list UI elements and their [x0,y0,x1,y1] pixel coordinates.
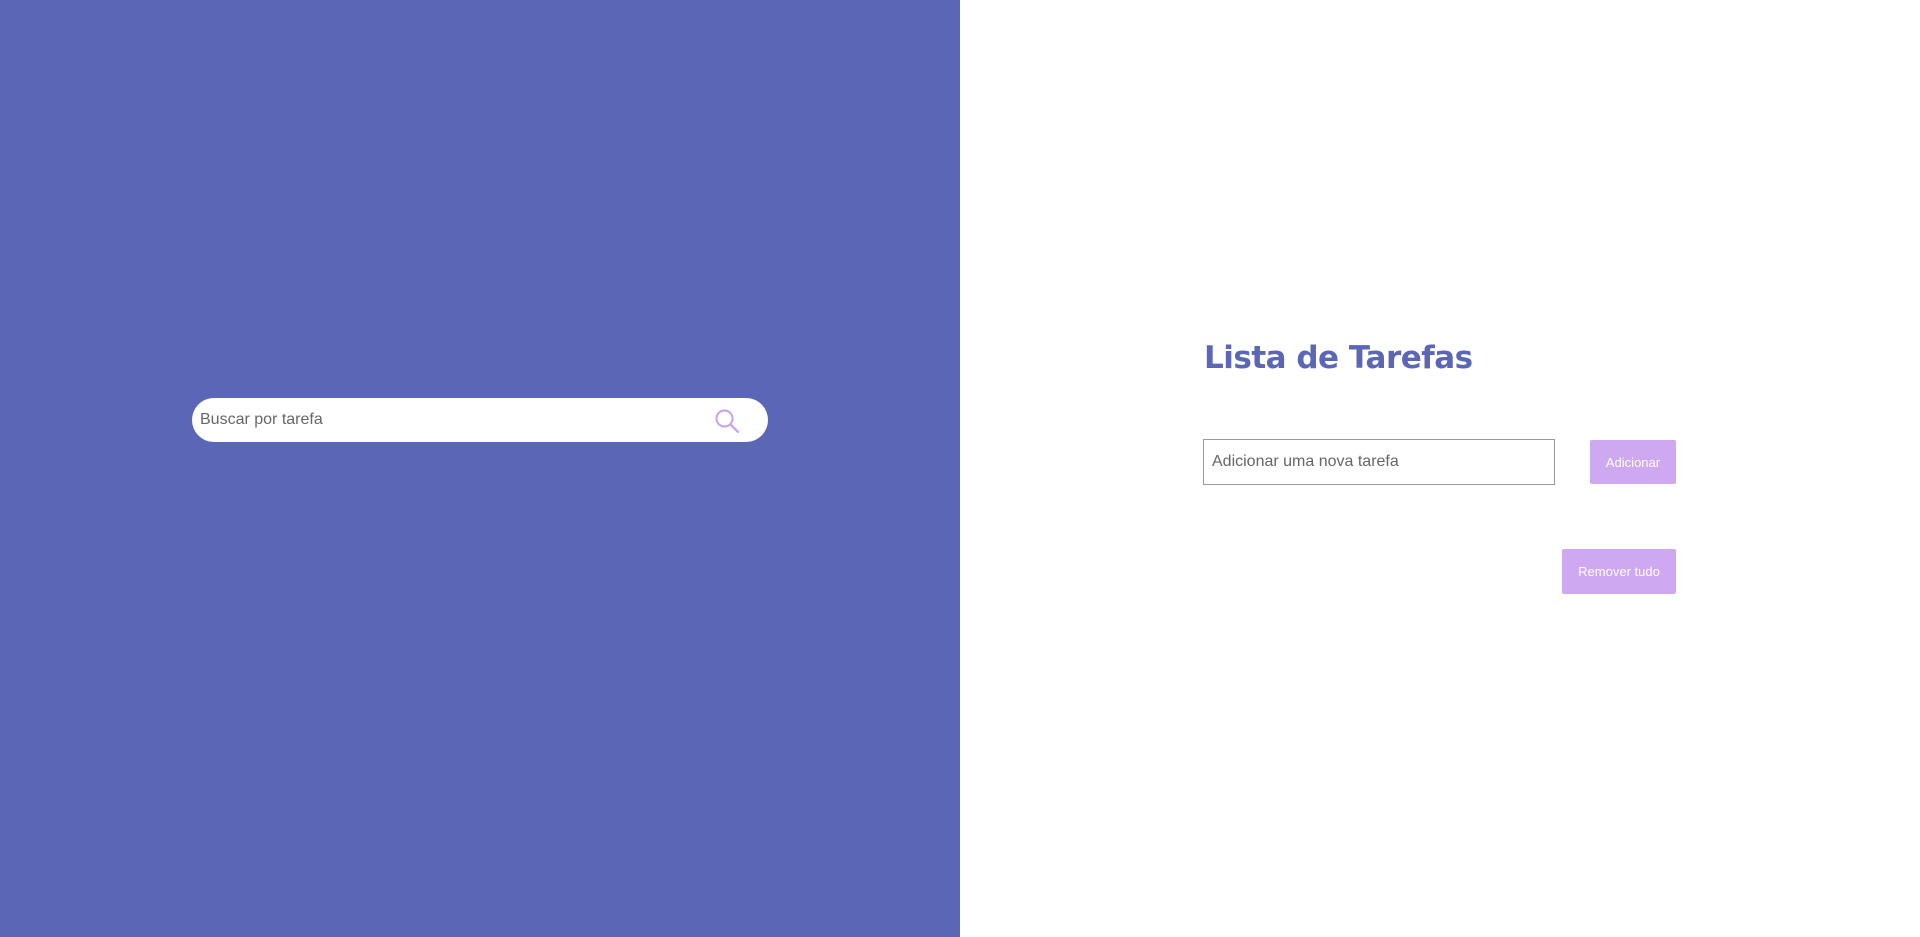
page: Lista de Tarefas Adicionar Remover tudo [0,0,1920,937]
search-icon[interactable] [714,408,740,434]
remove-all-button[interactable]: Remover tudo [1562,549,1676,594]
add-task-button[interactable]: Adicionar [1590,440,1676,484]
page-title: Lista de Tarefas [1204,340,1473,376]
search-input[interactable] [200,405,680,435]
search-box [192,398,768,442]
right-panel: Lista de Tarefas Adicionar Remover tudo [960,0,1920,937]
new-task-input[interactable] [1203,439,1555,485]
left-panel [0,0,960,937]
